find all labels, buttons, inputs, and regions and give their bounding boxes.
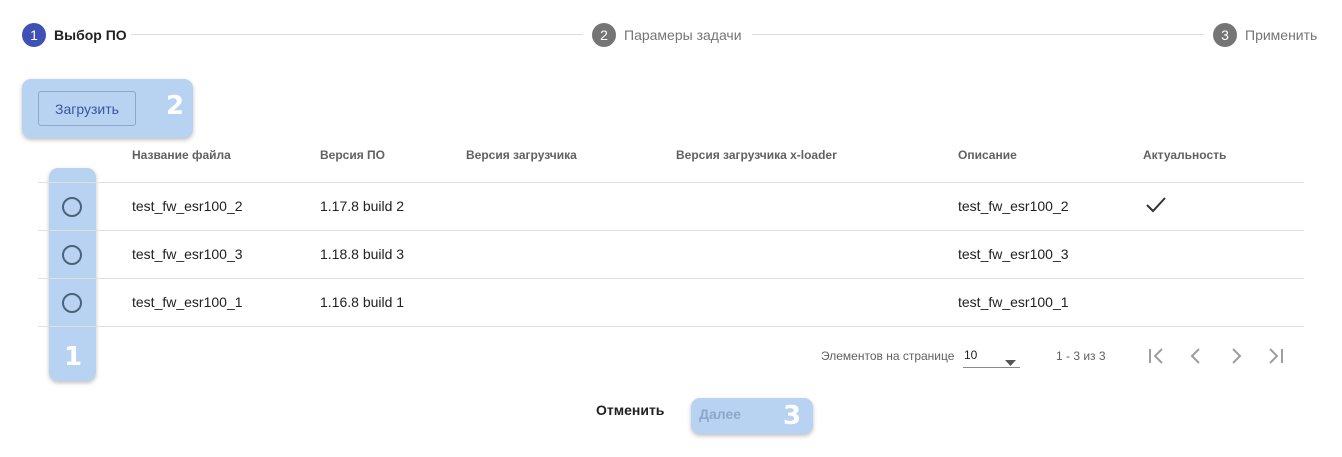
rows-highlight-badge: 1 (64, 342, 83, 372)
step-2-label: Парамеры задачи (624, 27, 742, 43)
step-1-label: Выбор ПО (54, 27, 127, 43)
cell-version: 1.16.8 build 1 (320, 294, 405, 310)
step-3-number: 3 (1213, 23, 1237, 47)
row-divider (38, 326, 1304, 327)
column-header-description[interactable]: Описание (958, 148, 1017, 162)
prev-page-icon (1184, 348, 1208, 372)
chevron-down-icon (1005, 353, 1016, 371)
next-button[interactable]: Далее (699, 406, 741, 422)
stepper-line-2 (752, 34, 1204, 35)
row-select-radio[interactable] (62, 245, 82, 265)
step-3-label: Применить (1245, 27, 1318, 43)
page-size-value: 10 (964, 348, 978, 362)
column-header-file[interactable]: Название файла (132, 148, 231, 162)
page-size-select[interactable]: 10 (963, 347, 1020, 368)
column-header-version[interactable]: Версия ПО (320, 148, 385, 162)
cell-version: 1.17.8 build 2 (320, 198, 405, 214)
page-range-label: 1 - 3 из 3 (1056, 349, 1106, 363)
next-page-icon (1224, 348, 1248, 372)
step-2[interactable]: 2 Парамеры задачи (592, 22, 742, 48)
first-page-button[interactable] (1144, 344, 1168, 368)
column-header-loader[interactable]: Версия загрузчика (466, 148, 577, 162)
check-icon (1146, 196, 1166, 219)
cancel-button[interactable]: Отменить (596, 402, 664, 418)
table-divider (38, 182, 1304, 183)
cell-file: test_fw_esr100_3 (132, 246, 243, 262)
cell-file: test_fw_esr100_2 (132, 198, 243, 214)
cell-version: 1.18.8 build 3 (320, 246, 405, 262)
next-page-button[interactable] (1224, 344, 1248, 368)
step-3[interactable]: 3 Применить (1213, 22, 1317, 48)
next-highlight-badge: 3 (783, 401, 802, 431)
step-2-number: 2 (592, 23, 616, 47)
first-page-icon (1144, 348, 1168, 372)
stepper-line-1 (131, 34, 583, 35)
cell-file: test_fw_esr100_1 (132, 294, 243, 310)
items-per-page-label: Элементов на странице (821, 349, 955, 363)
row-divider (38, 278, 1304, 279)
step-1[interactable]: 1 Выбор ПО (22, 22, 127, 48)
cell-description: test_fw_esr100_3 (958, 246, 1069, 262)
last-page-icon (1264, 348, 1288, 372)
column-header-actual[interactable]: Актуальность (1143, 148, 1226, 162)
upload-highlight-badge: 2 (166, 91, 185, 121)
cell-description: test_fw_esr100_2 (958, 198, 1069, 214)
column-header-xloader[interactable]: Версия загрузчика x-loader (676, 148, 837, 162)
last-page-button[interactable] (1264, 344, 1288, 368)
upload-button[interactable]: Загрузить (38, 91, 136, 126)
row-select-radio[interactable] (62, 197, 82, 217)
prev-page-button[interactable] (1184, 344, 1208, 368)
row-divider (38, 230, 1304, 231)
cell-description: test_fw_esr100_1 (958, 294, 1069, 310)
row-select-radio[interactable] (62, 293, 82, 313)
step-1-number: 1 (22, 23, 46, 47)
